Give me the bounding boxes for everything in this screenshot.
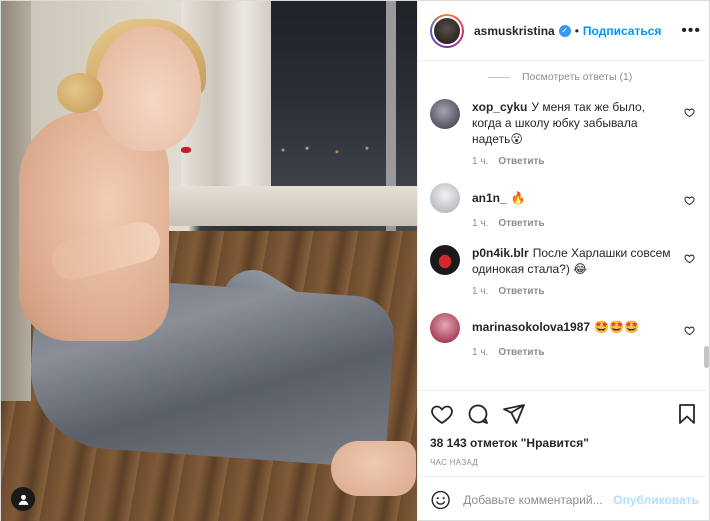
post-photo[interactable]: [1, 1, 417, 521]
comment-text: 🔥: [510, 191, 526, 205]
comment-icon[interactable]: [466, 402, 490, 426]
comment-item: p0n4ik.blr После Харлашки совсем одинокая…: [418, 245, 710, 297]
view-replies-button[interactable]: Посмотреть ответы (1): [418, 61, 710, 93]
comment-like-icon[interactable]: [684, 195, 695, 206]
follow-button[interactable]: Подписаться: [583, 24, 661, 38]
comment-like-icon[interactable]: [684, 107, 695, 118]
verified-badge-icon: ✓: [558, 24, 571, 37]
comment-input[interactable]: [463, 492, 614, 507]
comment-time[interactable]: 1 ч.: [472, 218, 488, 229]
comment-time[interactable]: 1 ч.: [472, 156, 488, 167]
heart-icon[interactable]: [430, 402, 454, 426]
post-header: asmuskristina ✓ • Подписаться •••: [418, 1, 710, 61]
header-separator: •: [574, 23, 579, 38]
reply-button[interactable]: Ответить: [498, 156, 544, 167]
comment-username[interactable]: p0n4ik.blr: [472, 246, 529, 260]
post-actions: [418, 390, 710, 436]
view-replies-label: Посмотреть ответы (1): [522, 71, 633, 83]
user-tag-icon: [18, 494, 28, 505]
photo-figure-bun: [57, 73, 103, 113]
post-time[interactable]: ЧАС НАЗАД: [418, 454, 710, 476]
comment-avatar[interactable]: [430, 183, 460, 213]
photo-figure-lips: [181, 147, 191, 153]
emoji-icon[interactable]: [430, 489, 451, 511]
comment-text: 🤩🤩🤩: [594, 320, 639, 334]
publish-button[interactable]: Опубликовать: [613, 493, 699, 507]
bookmark-icon[interactable]: [675, 402, 699, 426]
reply-button[interactable]: Ответить: [498, 286, 544, 297]
likes-count[interactable]: 38 143 отметок "Нравится": [418, 436, 710, 454]
avatar[interactable]: [432, 15, 462, 46]
tagged-users-button[interactable]: [11, 487, 35, 511]
comment-username[interactable]: marinasokolova1987: [472, 320, 590, 334]
comment-like-icon[interactable]: [684, 253, 695, 264]
add-comment-bar: Опубликовать: [418, 476, 710, 521]
post-author-username[interactable]: asmuskristina: [474, 24, 555, 38]
reply-button[interactable]: Ответить: [498, 347, 544, 358]
photo-window-sill: [151, 186, 417, 226]
story-ring[interactable]: [430, 13, 464, 48]
replies-divider: [488, 76, 510, 78]
comment-like-icon[interactable]: [684, 325, 695, 336]
comment-username[interactable]: xop_cyku: [472, 100, 527, 114]
comment-username[interactable]: an1n_: [472, 191, 507, 205]
reply-button[interactable]: Ответить: [498, 218, 544, 229]
comment-avatar[interactable]: [430, 313, 460, 343]
comments-scrollbar[interactable]: [704, 346, 709, 368]
comment-item: marinasokolova1987 🤩🤩🤩 1 ч. Ответить: [418, 313, 710, 358]
comment-item: xop_cyku У меня так же было, когда а школ…: [418, 99, 710, 167]
more-options-icon[interactable]: •••: [681, 22, 701, 40]
share-icon[interactable]: [502, 402, 526, 426]
comment-time[interactable]: 1 ч.: [472, 286, 488, 297]
instagram-post: asmuskristina ✓ • Подписаться ••• Посмот…: [0, 0, 710, 521]
comment-avatar[interactable]: [430, 99, 460, 129]
photo-figure-foot: [331, 441, 416, 496]
comments-list: Посмотреть ответы (1) xop_cyku У меня так…: [418, 61, 710, 390]
comment-time[interactable]: 1 ч.: [472, 347, 488, 358]
comment-avatar[interactable]: [430, 245, 460, 275]
photo-figure-head: [96, 26, 201, 151]
post-sidebar: asmuskristina ✓ • Подписаться ••• Посмот…: [417, 1, 710, 521]
comment-item: an1n_ 🔥 1 ч. Ответить: [418, 183, 710, 229]
